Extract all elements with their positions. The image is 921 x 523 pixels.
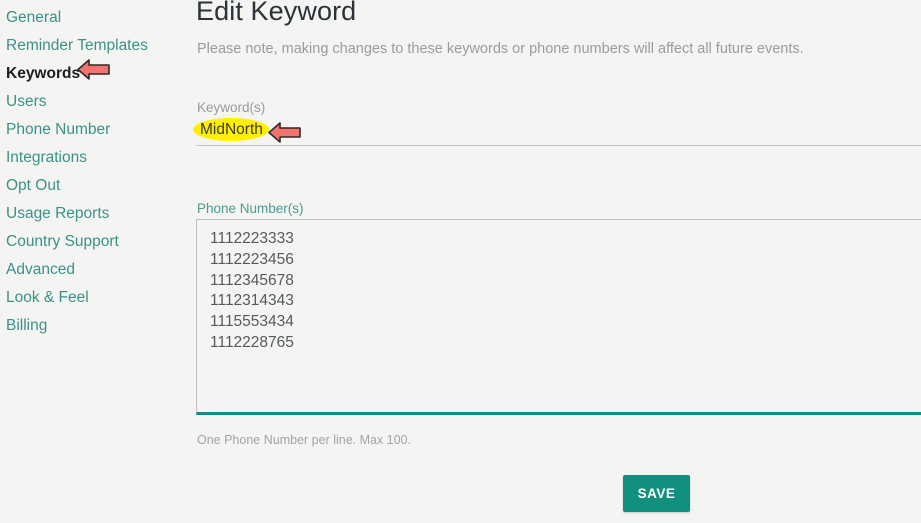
sidebar-item-general[interactable]: General <box>0 4 196 32</box>
sidebar-item-keywords[interactable]: Keywords <box>0 60 196 88</box>
sidebar-item-look-and-feel[interactable]: Look & Feel <box>0 284 196 312</box>
sidebar-item-reminder-templates[interactable]: Reminder Templates <box>0 32 196 60</box>
sidebar-item-advanced[interactable]: Advanced <box>0 256 196 284</box>
settings-sidebar: General Reminder Templates Keywords User… <box>0 0 196 523</box>
page-note: Please note, making changes to these key… <box>197 41 804 57</box>
phone-numbers-box <box>196 219 921 415</box>
edit-keyword-form: Edit Keyword Please note, making changes… <box>193 0 921 523</box>
keyword-field-label: Keyword(s) <box>197 100 266 115</box>
sidebar-item-users[interactable]: Users <box>0 88 196 116</box>
phone-field-label: Phone Number(s) <box>197 201 304 216</box>
sidebar-item-usage-reports[interactable]: Usage Reports <box>0 200 196 228</box>
sidebar-item-country-support[interactable]: Country Support <box>0 228 196 256</box>
keyword-input-underline <box>193 118 921 146</box>
sidebar-item-phone-number[interactable]: Phone Number <box>0 116 196 144</box>
settings-page: General Reminder Templates Keywords User… <box>0 0 921 523</box>
sidebar-item-integrations[interactable]: Integrations <box>0 144 196 172</box>
sidebar-item-billing[interactable]: Billing <box>0 312 196 340</box>
phone-numbers-textarea[interactable] <box>197 220 921 412</box>
phone-help-text: One Phone Number per line. Max 100. <box>197 433 412 447</box>
page-title: Edit Keyword <box>196 0 357 26</box>
save-button[interactable]: SAVE <box>623 475 690 512</box>
sidebar-item-opt-out[interactable]: Opt Out <box>0 172 196 200</box>
keyword-input[interactable] <box>197 119 323 141</box>
